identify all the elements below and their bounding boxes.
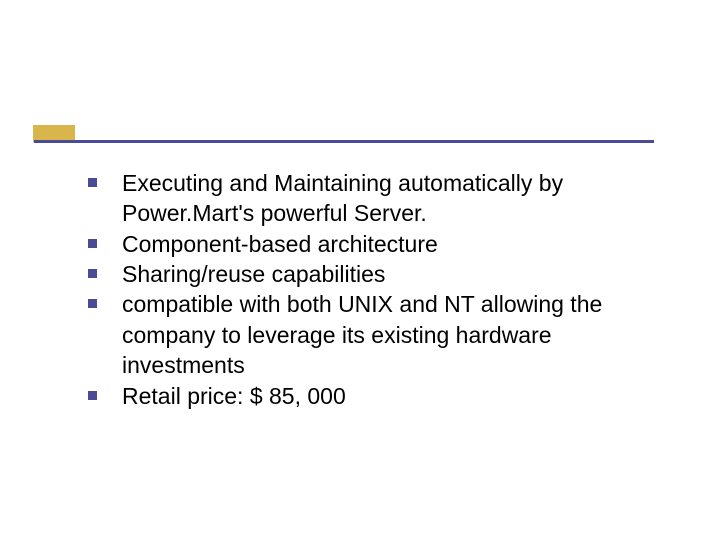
title-underline (34, 140, 654, 143)
bullet-list: Executing and Maintaining automatically … (76, 168, 666, 411)
list-item-text: compatible with both UNIX and NT allowin… (122, 291, 602, 378)
square-bullet-icon (88, 391, 97, 400)
list-item: Executing and Maintaining automatically … (76, 168, 666, 229)
square-bullet-icon (88, 299, 97, 308)
list-item: Component-based architecture (76, 229, 666, 259)
square-bullet-icon (88, 178, 97, 187)
square-bullet-icon (88, 239, 97, 248)
content-area: Executing and Maintaining automatically … (76, 168, 666, 411)
list-item: Retail price: $ 85, 000 (76, 381, 666, 411)
list-item-text: Sharing/reuse capabilities (122, 261, 385, 287)
list-item-text: Executing and Maintaining automatically … (122, 170, 563, 226)
title-divider (34, 140, 654, 143)
list-item: compatible with both UNIX and NT allowin… (76, 289, 666, 380)
list-item-text: Component-based architecture (122, 231, 438, 257)
list-item: Sharing/reuse capabilities (76, 259, 666, 289)
square-bullet-icon (88, 269, 97, 278)
list-item-text: Retail price: $ 85, 000 (122, 383, 346, 409)
slide: Executing and Maintaining automatically … (0, 0, 720, 540)
